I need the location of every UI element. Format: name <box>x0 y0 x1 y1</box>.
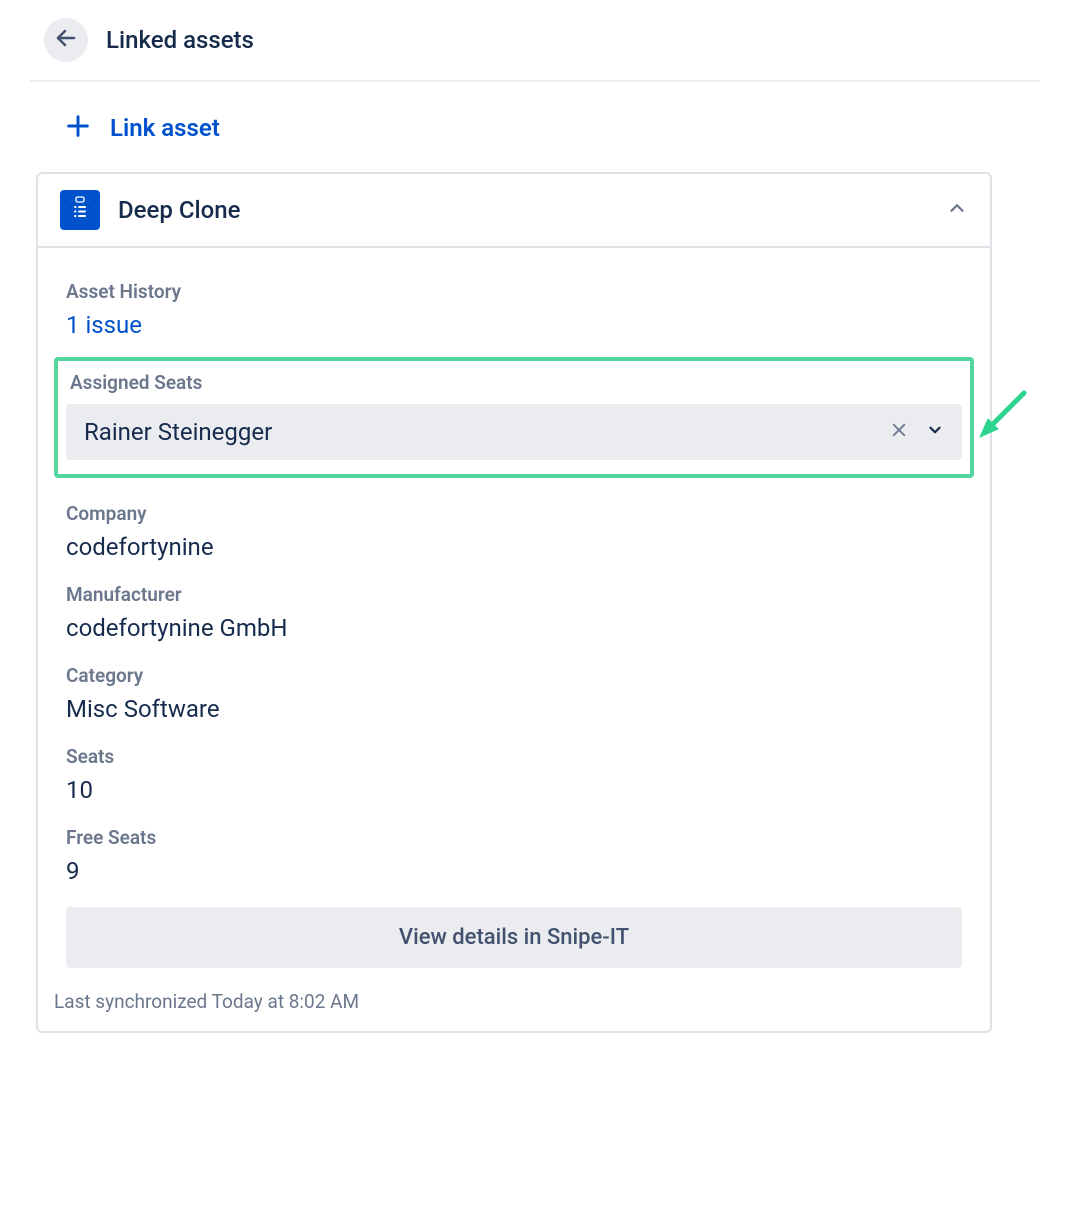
manufacturer-value: codefortynine GmbH <box>66 614 962 642</box>
assigned-seats-value: Rainer Steinegger <box>84 418 272 446</box>
assigned-seats-highlight: Assigned Seats Rainer Steinegger <box>54 357 974 478</box>
category-value: Misc Software <box>66 695 962 723</box>
assigned-seats-select[interactable]: Rainer Steinegger <box>66 404 962 460</box>
seats-value: 10 <box>66 776 962 804</box>
card-title: Deep Clone <box>118 196 240 224</box>
panel-title: Linked assets <box>106 26 254 54</box>
last-sync-text: Last synchronized Today at 8:02 AM <box>54 990 962 1013</box>
link-asset-button[interactable]: Link asset <box>30 112 1040 144</box>
clipboard-list-icon <box>60 190 100 230</box>
link-asset-label: Link asset <box>110 114 220 142</box>
arrow-left-icon <box>54 26 78 54</box>
free-seats-label: Free Seats <box>66 826 962 849</box>
asset-card: Deep Clone Asset History 1 issue Assigne… <box>36 172 992 1033</box>
clear-icon[interactable] <box>890 421 908 443</box>
free-seats-value: 9 <box>66 857 962 885</box>
card-header[interactable]: Deep Clone <box>38 174 990 248</box>
category-label: Category <box>66 664 962 687</box>
card-body: Asset History 1 issue Assigned Seats Rai… <box>38 248 990 1031</box>
assigned-seats-label: Assigned Seats <box>66 371 962 394</box>
asset-history-link[interactable]: 1 issue <box>66 311 962 339</box>
manufacturer-label: Manufacturer <box>66 583 962 606</box>
chevron-up-icon[interactable] <box>946 197 968 223</box>
view-details-button[interactable]: View details in Snipe-IT <box>66 907 962 968</box>
seats-label: Seats <box>66 745 962 768</box>
back-button[interactable] <box>44 18 88 62</box>
plus-icon <box>64 112 92 144</box>
company-value: codefortynine <box>66 533 962 561</box>
chevron-down-icon[interactable] <box>926 421 944 443</box>
company-label: Company <box>66 502 962 525</box>
panel-header: Linked assets <box>30 10 1040 82</box>
asset-history-label: Asset History <box>66 280 962 303</box>
annotation-arrow-icon <box>972 389 1032 453</box>
